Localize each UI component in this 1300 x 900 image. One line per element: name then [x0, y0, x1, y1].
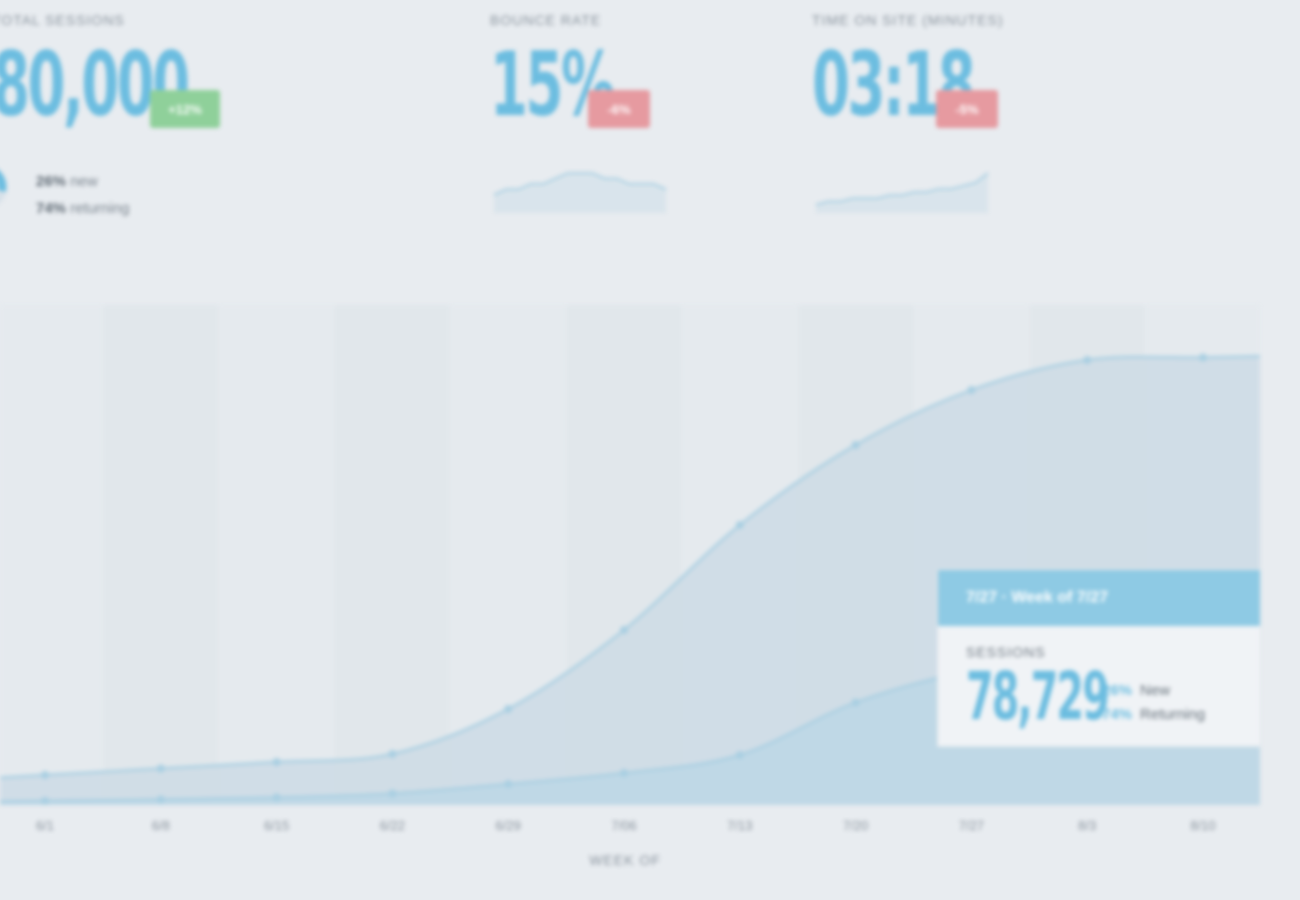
x-tick-label: 6/29	[496, 818, 521, 833]
chart-tooltip: 7/27 · Week of 7/27 Sessions 78,729 26% N…	[938, 570, 1260, 746]
data-point-total-7-06	[620, 626, 628, 634]
kpi-bounce-rate: Bounce Rate 15% -6%	[490, 12, 689, 130]
tooltip-new-label: New	[1140, 682, 1171, 699]
x-tick-label: 8/3	[1078, 818, 1096, 833]
data-point-returning-7-20	[851, 698, 860, 707]
kpi-sessions-badge: +12%	[150, 90, 220, 128]
x-tick-label: 6/22	[380, 818, 405, 833]
sparkline-area	[494, 173, 666, 213]
split-new-label: new	[70, 173, 98, 190]
x-tick-label: 7/06	[611, 818, 636, 833]
tooltip-row-new: 26% New	[1102, 682, 1170, 699]
data-point-total-6-29	[504, 705, 513, 713]
kpi-sessions: Total Sessions 80,000 +12%	[0, 12, 308, 130]
data-point-returning-7-06	[620, 769, 628, 777]
data-point-returning-6-29	[504, 780, 513, 788]
new-vs-returning-donut-icon	[0, 171, 7, 203]
data-point-returning-7-13	[735, 751, 744, 759]
x-tick-label: 6/1	[36, 818, 54, 833]
data-point-total-6-15	[272, 758, 281, 766]
bounce-sparkline	[493, 172, 667, 213]
x-axis-title: Week of	[589, 852, 661, 868]
tooltip-value: 78,729	[966, 658, 1110, 735]
tooltip-returning-label: Returning	[1140, 706, 1206, 723]
grid-column	[102, 305, 219, 805]
sessions-split: 26% new 74% returning	[36, 168, 129, 222]
sparkline-area	[816, 173, 988, 213]
tooltip-row-returning: 74% Returning	[1102, 706, 1205, 723]
data-point-total-7-27	[967, 386, 976, 394]
grid-column	[334, 305, 451, 805]
tooltip-returning-pct: 74%	[1102, 706, 1133, 723]
kpi-bounce-label: Bounce Rate	[490, 12, 602, 28]
data-point-returning-6-8	[156, 795, 165, 804]
split-new-pct: 26%	[36, 173, 67, 190]
split-returning-label: returning	[70, 200, 130, 217]
data-point-total-8-10	[1199, 353, 1207, 362]
x-tick-label: 7/20	[843, 818, 868, 833]
data-point-total-7-20	[851, 441, 860, 449]
data-point-returning-6-22	[388, 789, 397, 798]
kpi-time-on-site: Time on Site (Minutes) 03:18 -5%	[812, 12, 1072, 130]
x-tick-label: 7/27	[959, 818, 984, 833]
time-sparkline	[815, 172, 989, 213]
data-point-total-7-13	[735, 521, 744, 529]
split-returning-pct: 74%	[36, 200, 67, 217]
kpi-time-label: Time on Site (Minutes)	[812, 12, 1004, 28]
kpi-sessions-label: Total Sessions	[0, 12, 125, 28]
x-tick-label: 6/15	[264, 818, 289, 833]
tooltip-new-pct: 26%	[1102, 682, 1133, 699]
data-point-total-6-8	[156, 764, 165, 773]
analytics-dashboard: Total Sessions 80,000 +12% 26% new 74% r…	[0, 0, 1300, 900]
grid-column	[218, 305, 335, 805]
data-point-total-6-1	[41, 771, 49, 779]
data-point-returning-6-1	[41, 797, 49, 805]
x-tick-label: 6/8	[152, 818, 170, 833]
x-tick-label: 8/10	[1190, 818, 1215, 833]
data-point-total-8-3	[1083, 356, 1092, 364]
x-tick-label: 7/13	[727, 818, 752, 833]
grid-column	[0, 305, 103, 805]
data-point-returning-6-15	[272, 793, 281, 802]
kpi-bounce-badge: -6%	[588, 90, 650, 128]
data-point-total-6-22	[388, 750, 397, 758]
kpi-time-badge: -5%	[936, 90, 998, 128]
tooltip-header: 7/27 · Week of 7/27	[938, 570, 1260, 626]
